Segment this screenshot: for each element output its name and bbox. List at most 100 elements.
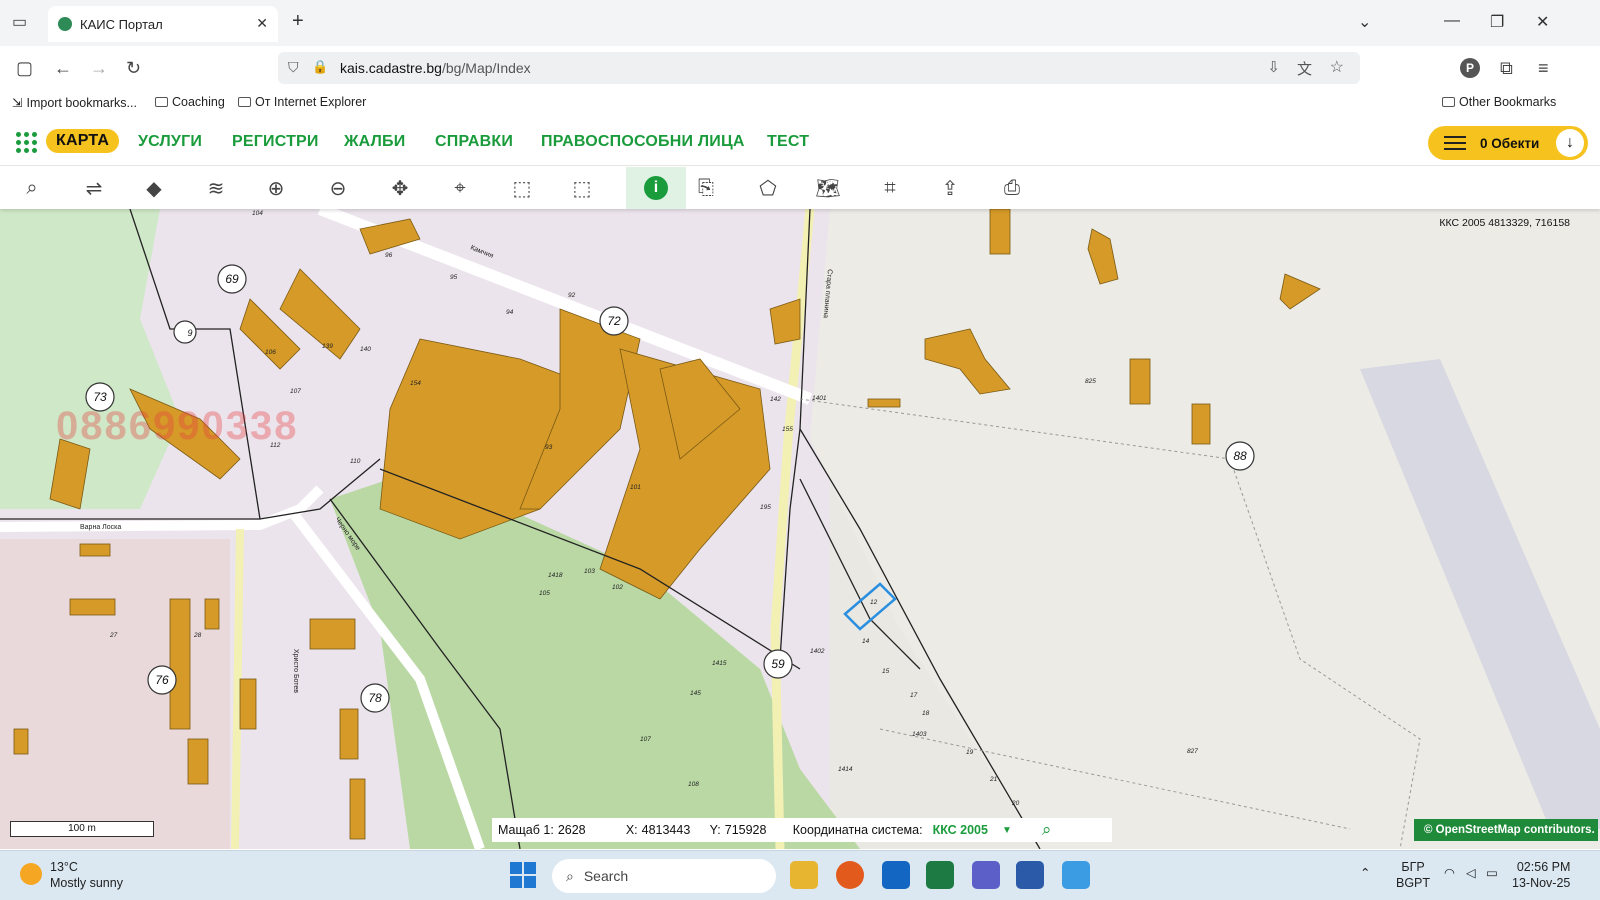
pan-icon[interactable]: ✥ (380, 171, 420, 205)
x-input[interactable]: 4813443 (642, 823, 704, 837)
nav-complaints[interactable]: ЖАЛБИ (344, 133, 405, 151)
browser-tab[interactable]: КАИС Портал ✕ (48, 6, 278, 42)
firefox-icon[interactable] (836, 861, 864, 889)
nav-reports[interactable]: СПРАВКИ (435, 133, 513, 151)
clock[interactable]: 02:56 PM 13-Nov-25 (1512, 859, 1570, 891)
select-remove-icon[interactable]: ⬚ (562, 171, 602, 205)
photos-icon[interactable] (1062, 861, 1090, 889)
chevron-up-icon[interactable]: ⌃ (1360, 865, 1370, 880)
bookmark-import[interactable]: ⇲ Import bookmarks... (12, 95, 137, 111)
quarter-label: 76 (155, 673, 169, 687)
quarter-label: 88 (1233, 449, 1247, 463)
bookmark-label: Coaching (172, 95, 225, 109)
nav-test[interactable]: ТЕСТ (767, 133, 809, 151)
close-tab-icon[interactable]: ✕ (256, 15, 268, 32)
nav-qualified-persons[interactable]: ПРАВОСПОСОБНИ ЛИЦА (541, 133, 745, 151)
zoom-out-icon[interactable]: ⊖ (318, 171, 358, 205)
nav-map[interactable]: КАРТА (46, 129, 120, 153)
back-icon[interactable]: ← (54, 58, 72, 79)
map-icon[interactable]: 🗺 (808, 171, 848, 205)
pin-icon[interactable]: ⌖ (440, 171, 480, 205)
url-bar[interactable]: ⛉ 🔒 kais.cadastre.bg /bg/Map/Index ⇩ 文 ☆ (278, 52, 1360, 84)
weather-widget[interactable]: 13°C Mostly sunny (20, 859, 123, 891)
star-icon[interactable]: ☆ (1330, 57, 1344, 77)
parcel-label: 102 (612, 584, 623, 591)
shield-icon[interactable]: ⛉ (288, 59, 299, 76)
word-icon[interactable] (1016, 861, 1044, 889)
info-tool[interactable]: i (626, 167, 686, 209)
start-button[interactable] (510, 862, 536, 888)
parcel-label: 1403 (912, 731, 927, 738)
parcel-label: 19 (966, 749, 974, 756)
translate-icon[interactable]: 文 (1297, 58, 1312, 79)
sidebar-icon[interactable]: ▢ (16, 58, 33, 79)
parcel-label: 110 (350, 458, 361, 465)
restore-icon[interactable]: ❐ (1490, 12, 1504, 32)
layers-icon[interactable]: ≋ (196, 171, 236, 205)
cadastral-map[interactable]: 69 72 73 88 76 78 59 9 Варна Лоска Камчи… (0, 209, 1600, 849)
search-icon: ⌕ (566, 867, 574, 884)
y-input[interactable]: 715928 (725, 823, 787, 837)
parcel-label: 139 (322, 343, 333, 350)
print-icon[interactable]: ⎙ (992, 171, 1032, 205)
hamburger-icon (1444, 136, 1466, 150)
lang-primary: БГР (1401, 860, 1425, 874)
tab-actions-icon[interactable]: ▭ (12, 12, 27, 32)
nav-services[interactable]: УСЛУГИ (138, 133, 202, 151)
zoom-in-icon[interactable]: ⊕ (256, 171, 296, 205)
scale-input[interactable]: 2628 (558, 823, 620, 837)
crs-select[interactable]: ККС 2005 (933, 823, 988, 837)
x-label: X: (625, 823, 638, 837)
route-icon[interactable]: ⇌ (74, 171, 114, 205)
apps-grid-icon[interactable] (16, 132, 38, 154)
temperature: 13°C (50, 860, 78, 874)
lang-secondary: BGPT (1396, 876, 1431, 890)
parcel-label: 107 (290, 388, 301, 395)
forward-icon[interactable]: → (90, 58, 108, 79)
language-indicator[interactable]: БГР BGPT (1396, 859, 1430, 891)
profile-avatar[interactable]: P (1460, 58, 1480, 78)
parcel-label: 17 (910, 692, 918, 699)
parcel-label: 28 (193, 632, 202, 639)
outlook-icon[interactable] (882, 861, 910, 889)
export-icon[interactable]: ⎘ (686, 171, 726, 205)
nav-registers[interactable]: РЕГИСТРИ (232, 133, 319, 151)
phone-watermark: 0886990338 (56, 404, 299, 448)
minimize-icon[interactable]: — (1444, 12, 1460, 30)
extensions-icon[interactable]: ⧉ (1500, 58, 1513, 79)
polygon-icon[interactable]: ⬠ (748, 171, 788, 205)
street-label: Варна Лоска (80, 524, 121, 531)
reload-icon[interactable]: ↻ (126, 58, 141, 79)
bookmark-ie[interactable]: От Internet Explorer (238, 95, 366, 109)
dropdown-arrow-icon[interactable]: ▼ (1002, 825, 1012, 836)
bookmark-coaching[interactable]: Coaching (155, 95, 225, 109)
excel-icon[interactable] (926, 861, 954, 889)
parcel-label: 142 (770, 396, 781, 403)
teams-icon[interactable] (972, 861, 1000, 889)
file-explorer-icon[interactable] (790, 861, 818, 889)
wifi-icon[interactable]: ◠ (1444, 865, 1455, 880)
locate-search-icon[interactable]: ⌕ (1042, 820, 1052, 840)
tab-list-icon[interactable]: ⌄ (1358, 12, 1371, 32)
bookmark-other[interactable]: Other Bookmarks (1442, 95, 1556, 109)
new-tab-icon[interactable]: + (292, 10, 304, 33)
grid-icon[interactable]: ⌗ (870, 171, 910, 205)
parcel-label: 145 (690, 690, 701, 697)
objects-button[interactable]: 0 Обекти ↓ (1428, 126, 1588, 160)
battery-icon[interactable]: ▭ (1486, 865, 1498, 880)
upload-icon[interactable]: ⇪ (930, 171, 970, 205)
select-add-icon[interactable]: ⬚ (502, 171, 542, 205)
layer-single-icon[interactable]: ◆ (134, 171, 174, 205)
install-icon[interactable]: ⇩ (1267, 58, 1280, 76)
osm-attribution[interactable]: © OpenStreetMap contributors. (1414, 819, 1598, 841)
search-icon[interactable]: ⌕ (12, 171, 52, 205)
close-window-icon[interactable]: ✕ (1536, 12, 1549, 32)
volume-icon[interactable]: ◁ (1466, 865, 1476, 880)
url-host: kais.cadastre.bg (340, 60, 442, 76)
map-canvas[interactable]: 69 72 73 88 76 78 59 9 Варна Лоска Камчи… (0, 209, 1600, 849)
taskbar-search[interactable]: ⌕ Search (552, 859, 776, 893)
parcel-label: 106 (265, 349, 276, 356)
parcel-label: 21 (989, 776, 998, 783)
menu-icon[interactable]: ≡ (1538, 58, 1549, 79)
lock-icon[interactable]: 🔒 (312, 59, 328, 75)
